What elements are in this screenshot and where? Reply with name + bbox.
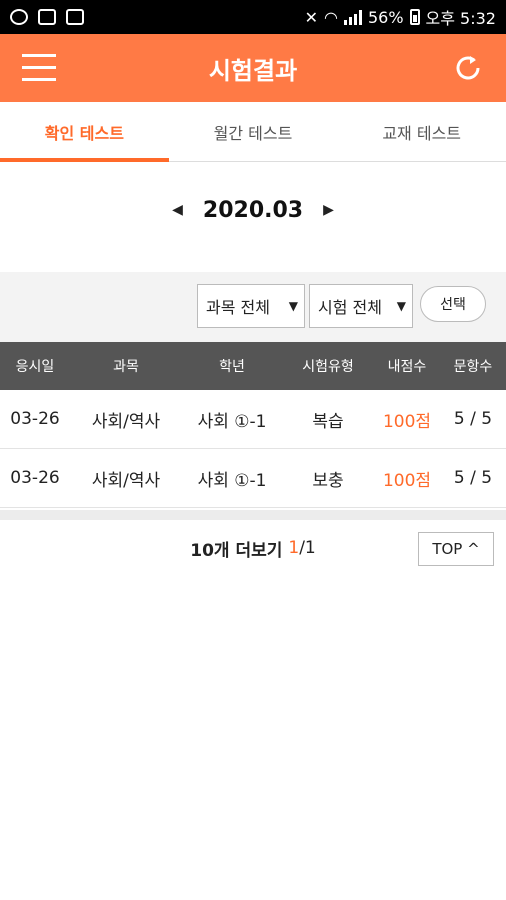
- refresh-icon: [456, 56, 480, 80]
- battery-percent: 56%: [367, 7, 404, 27]
- gallery-icon: [38, 9, 56, 25]
- current-month: 2020.03: [202, 197, 304, 223]
- cell-type: 보충: [312, 470, 344, 491]
- notification-icon: [10, 9, 28, 25]
- cell-score: 100점: [382, 411, 432, 432]
- prev-month-icon[interactable]: ◀: [172, 202, 183, 218]
- col-subject: 과목: [113, 359, 139, 375]
- table-row[interactable]: 03-26 사회/역사 사회 ①-1 보충 100점 5 / 5: [0, 449, 506, 508]
- col-score: 내점수: [387, 359, 427, 375]
- test-select[interactable]: 시험 전체 ▼: [309, 284, 413, 328]
- col-date: 응시일: [15, 359, 55, 375]
- scroll-top-button[interactable]: TOP ^: [418, 532, 494, 566]
- app-bar: 시험결과: [0, 34, 506, 102]
- subject-select[interactable]: 과목 전체 ▼: [197, 284, 305, 328]
- current-page: 1: [288, 538, 300, 558]
- cell-items: 5 / 5: [453, 468, 493, 488]
- dropdown-caret-icon: ▼: [288, 299, 298, 313]
- month-navigator: ◀ 2020.03 ▶: [0, 180, 506, 240]
- tab-monthly-test[interactable]: 월간 테스트: [169, 102, 338, 161]
- battery-icon: [409, 9, 420, 25]
- menu-icon: [22, 54, 56, 57]
- col-type: 시험유형: [302, 359, 354, 375]
- total-pages: /1: [299, 538, 316, 558]
- cell-grade: 사회 ①-1: [197, 470, 267, 491]
- next-month-icon[interactable]: ▶: [323, 202, 334, 218]
- page-title: 시험결과: [208, 56, 298, 85]
- subject-select-value: 과목 전체: [206, 298, 270, 317]
- dropdown-caret-icon: ▼: [396, 299, 406, 313]
- table-header: 응시일 과목 학년 시험유형 내점수 문항수: [0, 342, 506, 390]
- col-items: 문항수: [453, 359, 493, 375]
- cell-items: 5 / 5: [453, 409, 493, 429]
- signal-icon: [343, 9, 362, 25]
- col-grade: 학년: [219, 359, 245, 375]
- cell-subject: 사회/역사: [91, 470, 161, 491]
- status-bar: ✕ ◠ 56% 오후 5:32: [0, 0, 506, 34]
- load-more-label: 10개 더보기: [190, 540, 283, 561]
- tab-confirm-test[interactable]: 확인 테스트: [0, 102, 169, 162]
- refresh-button[interactable]: [450, 50, 486, 86]
- select-button[interactable]: 선택: [420, 286, 486, 322]
- table-row[interactable]: 03-26 사회/역사 사회 ①-1 복습 100점 5 / 5: [0, 390, 506, 449]
- cell-type: 복습: [312, 411, 344, 432]
- wifi-icon: ◠: [324, 7, 338, 27]
- cell-date: 03-26: [10, 468, 60, 488]
- tab-textbook-test[interactable]: 교재 테스트: [337, 102, 506, 161]
- results-table: 응시일 과목 학년 시험유형 내점수 문항수 03-26 사회/역사 사회 ①-…: [0, 342, 506, 508]
- cell-grade: 사회 ①-1: [197, 411, 267, 432]
- cell-score: 100점: [382, 470, 432, 491]
- status-time: 오후 5:32: [425, 9, 496, 28]
- test-select-value: 시험 전체: [318, 298, 382, 317]
- tab-bar: 확인 테스트 월간 테스트 교재 테스트: [0, 102, 506, 162]
- phone-notification-icon: [66, 9, 84, 25]
- cell-subject: 사회/역사: [91, 411, 161, 432]
- cell-date: 03-26: [10, 409, 60, 429]
- divider: [0, 510, 506, 520]
- filter-bar: 과목 전체 ▼ 시험 전체 ▼ 선택: [0, 272, 506, 342]
- mute-icon: ✕: [304, 7, 318, 27]
- menu-button[interactable]: [22, 54, 56, 82]
